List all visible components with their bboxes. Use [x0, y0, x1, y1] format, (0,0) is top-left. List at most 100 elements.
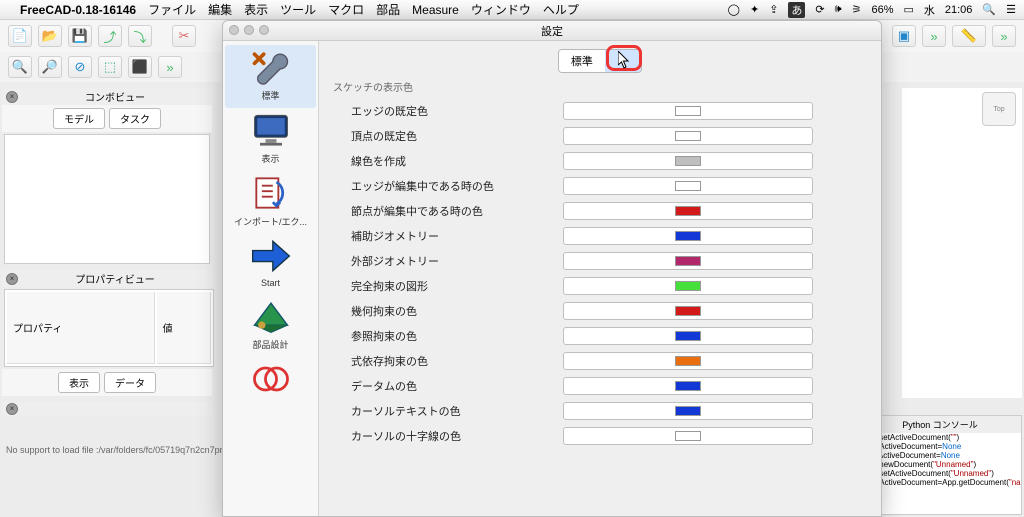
- col-property: プロパティ: [7, 292, 155, 364]
- cat-label: 表示: [225, 152, 316, 165]
- property-table: プロパティ値: [4, 289, 214, 367]
- prefs-cat-sketch[interactable]: [225, 357, 316, 407]
- status-icon: ✦: [750, 3, 759, 16]
- color-picker-button[interactable]: [563, 252, 813, 270]
- color-row: 幾何拘束の色: [333, 300, 867, 322]
- color-picker-button[interactable]: [563, 327, 813, 345]
- python-console-title: Python コンソール: [859, 416, 1021, 433]
- menu-help[interactable]: ヘルプ: [543, 1, 579, 18]
- prefs-content: 標準 スケッチの表示色 エッジの既定色頂点の既定色線色を作成エッジが編集中である…: [319, 41, 881, 516]
- menu-macro[interactable]: マクロ: [328, 1, 364, 18]
- front-view-icon[interactable]: ⬛: [128, 56, 152, 78]
- volume-icon[interactable]: 🕪: [835, 3, 842, 16]
- zoom-fit-icon[interactable]: 🔍: [8, 56, 32, 78]
- 3d-view[interactable]: [902, 88, 1022, 398]
- subtab-colors[interactable]: [605, 50, 641, 72]
- col-value: 値: [157, 292, 211, 364]
- tab-model[interactable]: モデル: [53, 108, 105, 129]
- dialog-titlebar[interactable]: 設定: [223, 21, 881, 41]
- nav-cube[interactable]: Top: [982, 92, 1016, 126]
- menu-tools[interactable]: ツール: [280, 1, 316, 18]
- color-swatch: [675, 256, 701, 266]
- menu-part[interactable]: 部品: [376, 1, 400, 18]
- ime-icon[interactable]: あ: [788, 2, 805, 18]
- color-picker-button[interactable]: [563, 152, 813, 170]
- color-picker-button[interactable]: [563, 102, 813, 120]
- report-line: No support to load file :/var/folders/fc…: [2, 441, 251, 459]
- open-button[interactable]: 📂: [38, 25, 62, 47]
- menu-view[interactable]: 表示: [244, 1, 268, 18]
- subtab-standard[interactable]: 標準: [559, 50, 605, 72]
- prefs-cat-表示[interactable]: 表示: [225, 108, 316, 171]
- window-controls[interactable]: [229, 25, 269, 35]
- color-swatch: [675, 206, 701, 216]
- dropbox-icon[interactable]: ⇪: [769, 3, 778, 16]
- color-picker-button[interactable]: [563, 127, 813, 145]
- wifi-icon[interactable]: ⚞: [852, 3, 862, 16]
- color-label: 幾何拘束の色: [333, 303, 563, 319]
- color-picker-button[interactable]: [563, 202, 813, 220]
- cube-icon[interactable]: ▣: [892, 25, 916, 47]
- chevron-right-icon[interactable]: »: [922, 25, 946, 47]
- tool-button[interactable]: ⤴: [98, 25, 122, 47]
- property-title: プロパティビュー: [22, 271, 208, 286]
- partdesign-icon: [247, 296, 295, 336]
- group-title: スケッチの表示色: [333, 79, 867, 94]
- color-row: カーソルテキストの色: [333, 400, 867, 422]
- iso-view-icon[interactable]: ⬚: [98, 56, 122, 78]
- new-doc-button[interactable]: 📄: [8, 25, 32, 47]
- close-icon[interactable]: ×: [6, 403, 18, 415]
- app-name[interactable]: FreeCAD-0.18-16146: [20, 3, 136, 17]
- tab-view[interactable]: 表示: [58, 372, 100, 393]
- close-icon[interactable]: ×: [6, 91, 18, 103]
- tool-button[interactable]: ⤵: [128, 25, 152, 47]
- sync-icon: ⟳: [815, 3, 824, 16]
- color-picker-button[interactable]: [563, 177, 813, 195]
- combo-view-panel: × コンボビュー モデル タスク × プロパティビュー プロパティ値 表示 デー…: [2, 88, 212, 416]
- color-picker-button[interactable]: [563, 227, 813, 245]
- prefs-cat-標準[interactable]: 標準: [225, 45, 316, 108]
- clock-time: 21:06: [945, 4, 973, 16]
- cut-icon[interactable]: ✂: [172, 25, 196, 47]
- save-button[interactable]: 💾: [68, 25, 92, 47]
- nosel-icon[interactable]: ⊘: [68, 56, 92, 78]
- measure-icon[interactable]: 📏: [952, 25, 986, 47]
- color-picker-button[interactable]: [563, 302, 813, 320]
- color-swatch: [675, 181, 701, 191]
- prefs-cat-部品設計[interactable]: 部品設計: [225, 294, 316, 357]
- subtab-segmented[interactable]: 標準: [558, 49, 642, 73]
- search-icon[interactable]: 🔍: [982, 3, 996, 16]
- menu-measure[interactable]: Measure: [412, 3, 459, 17]
- close-icon[interactable]: ×: [6, 273, 18, 285]
- color-picker-button[interactable]: [563, 277, 813, 295]
- color-row: 補助ジオメトリー: [333, 225, 867, 247]
- prefs-category-sidebar[interactable]: 標準表示インポート/エク... Start 部品設計: [223, 41, 319, 516]
- cat-label: 部品設計: [225, 338, 316, 351]
- color-picker-button[interactable]: [563, 352, 813, 370]
- color-picker-button[interactable]: [563, 402, 813, 420]
- tab-task[interactable]: タスク: [109, 108, 161, 129]
- color-label: カーソルの十字線の色: [333, 428, 563, 444]
- color-picker-button[interactable]: [563, 377, 813, 395]
- tree-view[interactable]: [4, 134, 210, 264]
- menu-window[interactable]: ウィンドウ: [471, 1, 531, 18]
- tab-data[interactable]: データ: [104, 372, 156, 393]
- menubar: FreeCAD-0.18-16146 ファイル 編集 表示 ツール マクロ 部品…: [0, 0, 1024, 20]
- menu-file[interactable]: ファイル: [148, 1, 196, 18]
- notification-icon[interactable]: ☰: [1006, 3, 1016, 16]
- prefs-cat-インポート/エク...[interactable]: インポート/エク...: [225, 171, 316, 234]
- menu-edit[interactable]: 編集: [208, 1, 232, 18]
- color-swatch: [675, 306, 701, 316]
- cat-label: インポート/エク...: [225, 215, 316, 228]
- color-label: 節点が編集中である時の色: [333, 203, 563, 219]
- color-swatch: [675, 406, 701, 416]
- color-swatch: [675, 281, 701, 291]
- color-picker-button[interactable]: [563, 427, 813, 445]
- chevron-right-icon[interactable]: »: [158, 56, 182, 78]
- color-swatch: [675, 231, 701, 241]
- battery-icon: ▭: [903, 3, 913, 16]
- chevron-right-icon[interactable]: »: [992, 25, 1016, 47]
- zoom-icon[interactable]: 🔎: [38, 56, 62, 78]
- battery-percent: 66%: [871, 4, 893, 16]
- prefs-cat-Start[interactable]: Start: [225, 234, 316, 294]
